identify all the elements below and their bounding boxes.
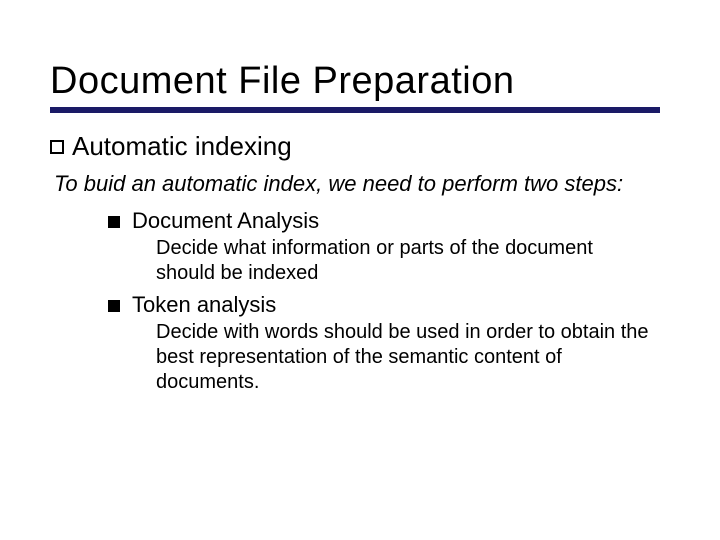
slide-title: Document File Preparation	[50, 60, 670, 103]
step-row: Token analysis	[108, 292, 670, 318]
solid-square-bullet-icon	[108, 300, 120, 312]
step-description: Decide with words should be used in orde…	[156, 320, 650, 395]
title-underline	[50, 107, 660, 113]
section-heading: Automatic indexing	[72, 131, 292, 162]
solid-square-bullet-icon	[108, 216, 120, 228]
open-square-bullet-icon	[50, 140, 64, 154]
step-row: Document Analysis	[108, 208, 670, 234]
intro-text: To buid an automatic index, we need to p…	[54, 170, 670, 198]
step-label: Document Analysis	[132, 208, 319, 234]
slide: Document File Preparation Automatic inde…	[0, 0, 720, 540]
section-row: Automatic indexing	[50, 131, 670, 162]
step-description: Decide what information or parts of the …	[156, 236, 650, 286]
step-label: Token analysis	[132, 292, 276, 318]
